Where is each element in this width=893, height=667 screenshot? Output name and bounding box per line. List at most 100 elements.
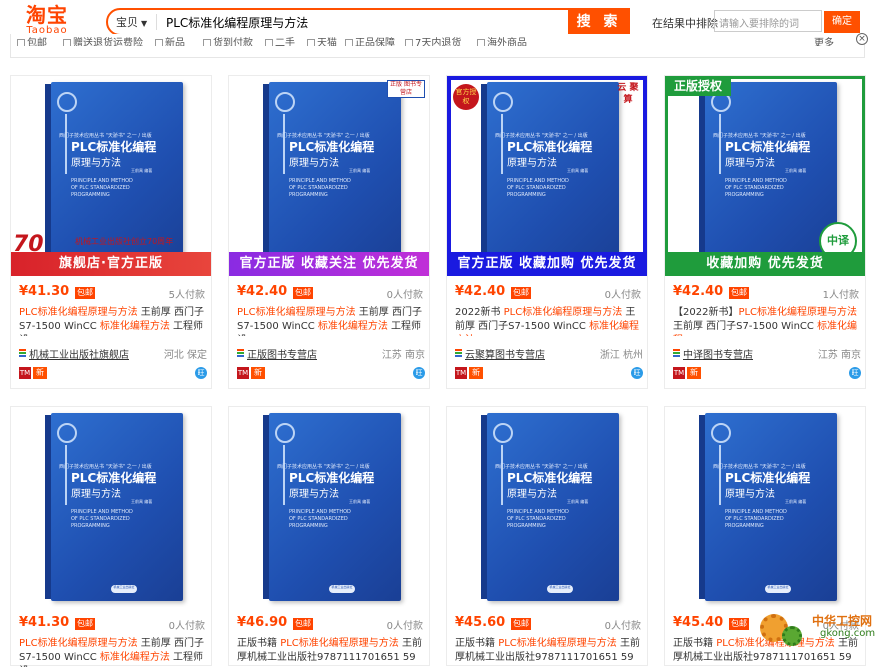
filter-return-insurance[interactable]: 赠送退货运费险 <box>63 34 143 46</box>
book-series: 西门子技术应用丛书 "天骄书" 之一 / 出版 <box>713 464 806 470</box>
product-title[interactable]: PLC标准化编程原理与方法 王前厚 西门子S7-1500 WinCC 标准化编程… <box>237 306 425 336</box>
cover-line <box>283 114 285 174</box>
filter-genuine[interactable]: 正品保障 <box>345 34 395 46</box>
book-title: PLC标准化编程 <box>289 140 375 154</box>
en-line: PROGRAMMING <box>507 523 546 529</box>
promo-banner: 旗舰店·官方正版 <box>11 252 211 276</box>
product-image[interactable]: 西门子技术应用丛书 "天骄书" 之一 / 出版 PLC标准化编程 原理与方法 王… <box>229 76 429 276</box>
paid-count: 1人付款 <box>822 290 859 301</box>
wangwang-chat-icon[interactable]: 旺 <box>631 367 643 379</box>
new-icon[interactable]: 新 <box>33 367 47 379</box>
price-row: ¥46.90 包邮 0人付款 <box>237 615 423 633</box>
product-image[interactable]: 西门子技术应用丛书 "天骄书" 之一 / 出版 PLC标准化编程 原理与方法 王… <box>447 407 647 607</box>
book-title: PLC标准化编程 <box>289 471 375 485</box>
filter-7day-return[interactable]: 7天内退货 <box>405 34 461 46</box>
shop-name[interactable]: 机械工业出版社旗舰店 <box>29 346 129 361</box>
shop-row: 正版图书专营店 江苏 南京 <box>237 346 425 361</box>
shop-row: 机械工业出版社旗舰店 河北 保定 <box>19 346 207 361</box>
product-title[interactable]: PLC标准化编程原理与方法 王前厚 西门子S7-1500 WinCC 标准化编程… <box>19 637 207 667</box>
search-input[interactable]: PLC标准化编程原理与方法 <box>166 14 308 31</box>
filter-label: 货到付款 <box>213 38 253 46</box>
product-card[interactable]: 西门子技术应用丛书 "天骄书" 之一 / 出版 PLC标准化编程 原理与方法 王… <box>446 406 648 666</box>
wangwang-chat-icon[interactable]: 旺 <box>413 367 425 379</box>
product-image[interactable]: 西门子技术应用丛书 "天骄书" 之一 / 出版 PLC标准化编程 原理与方法 王… <box>447 76 647 276</box>
title-highlight: 标准化编程方法 <box>99 652 170 663</box>
book-author: 王前禹 编著 <box>349 168 371 173</box>
product-image[interactable]: 西门子技术应用丛书 "天骄书" 之一 / 出版 PLC标准化编程 原理与方法 王… <box>11 407 211 607</box>
en-line: PROGRAMMING <box>289 192 328 198</box>
tmall-icon[interactable]: TM <box>237 367 249 379</box>
en-line: PRINCIPLE AND METHOD <box>725 509 787 515</box>
wangwang-chat-icon[interactable]: 旺 <box>195 367 207 379</box>
shop-icon <box>455 349 462 357</box>
new-icon[interactable]: 新 <box>687 367 701 379</box>
filter-secondhand[interactable]: 二手 <box>265 34 295 46</box>
product-card[interactable]: 西门子技术应用丛书 "天骄书" 之一 / 出版 PLC标准化编程 原理与方法 王… <box>228 75 430 389</box>
tmall-icon[interactable]: TM <box>455 367 467 379</box>
product-card[interactable]: 西门子技术应用丛书 "天骄书" 之一 / 出版 PLC标准化编程 原理与方法 王… <box>446 75 648 389</box>
exclude-input[interactable]: 请输入要排除的词 <box>714 10 822 32</box>
taobao-logo[interactable]: 淘宝 Taobao <box>14 4 80 36</box>
price-row: ¥42.40 包邮 0人付款 <box>237 284 423 302</box>
book-series: 西门子技术应用丛书 "天骄书" 之一 / 出版 <box>59 133 152 139</box>
wangwang-chat-icon[interactable]: 旺 <box>849 367 861 379</box>
search-category-select[interactable]: 宝贝 ▼ <box>116 14 147 30</box>
shop-name[interactable]: 正版图书专营店 <box>247 346 317 361</box>
price: ¥41.30 <box>19 284 70 299</box>
filter-tmall[interactable]: 天猫 <box>307 34 337 46</box>
book-cover: 西门子技术应用丛书 "天骄书" 之一 / 出版 PLC标准化编程 原理与方法 王… <box>699 413 837 601</box>
close-icon[interactable]: × <box>856 33 868 45</box>
product-image[interactable]: 西门子技术应用丛书 "天骄书" 之一 / 出版 PLC标准化编程 原理与方法 王… <box>665 407 865 607</box>
shop-name[interactable]: 云聚算图书专营店 <box>465 346 545 361</box>
checkbox-icon <box>63 39 71 46</box>
checkbox-icon <box>203 39 211 46</box>
book-en-title: PRINCIPLE AND METHOD OF PLC STANDARDIZED P… <box>289 178 351 199</box>
tmall-icon[interactable]: TM <box>673 367 685 379</box>
checkbox-icon <box>345 39 353 46</box>
shop-icon <box>673 349 680 357</box>
title-text: 王前厚 西门子S7-1500 WinCC <box>673 321 818 332</box>
filter-label: 赠送退货运费险 <box>73 38 143 46</box>
filter-overseas[interactable]: 海外商品 <box>477 34 527 46</box>
product-title[interactable]: 【2022新书】PLC标准化编程原理与方法 王前厚 西门子S7-1500 Win… <box>673 306 861 336</box>
book-spine <box>263 415 269 599</box>
filter-new[interactable]: 新品 <box>155 34 185 46</box>
product-title[interactable]: 正版书籍 PLC标准化编程原理与方法 王前厚机械工业出版社97871117016… <box>237 637 425 667</box>
search-button[interactable]: 搜 索 <box>568 8 630 36</box>
shop-location: 河北 保定 <box>163 350 207 361</box>
product-card[interactable]: 西门子技术应用丛书 "天骄书" 之一 / 出版 PLC标准化编程 原理与方法 王… <box>10 75 212 389</box>
book-author: 王前禹 编著 <box>131 499 153 504</box>
exclude-confirm-button[interactable]: 确定 <box>824 11 860 33</box>
product-card[interactable]: 西门子技术应用丛书 "天骄书" 之一 / 出版 PLC标准化编程 原理与方法 王… <box>10 406 212 667</box>
product-card[interactable]: 西门子技术应用丛书 "天骄书" 之一 / 出版 PLC标准化编程 原理与方法 王… <box>228 406 430 666</box>
product-title[interactable]: 2022新书 PLC标准化编程原理与方法 王前厚 西门子S7-1500 WinC… <box>455 306 643 336</box>
product-image[interactable]: 西门子技术应用丛书 "天骄书" 之一 / 出版 PLC标准化编程 原理与方法 王… <box>229 407 429 607</box>
filter-baoyou[interactable]: 包邮 <box>17 34 47 46</box>
en-line: PROGRAMMING <box>71 192 110 198</box>
free-shipping-badge: 包邮 <box>293 287 313 299</box>
filter-cod[interactable]: 货到付款 <box>203 34 253 46</box>
shop-name[interactable]: 中译图书专营店 <box>683 346 753 361</box>
filter-more[interactable]: 更多 <box>814 34 834 46</box>
free-shipping-badge: 包邮 <box>729 618 749 630</box>
filter-bar: 包邮 赠送退货运费险 新品 货到付款 二手 天猫 正品保障 7天内退货 海外商品… <box>10 34 865 58</box>
book-author: 王前禹 编著 <box>785 499 807 504</box>
service-icons: TM 新 旺 <box>673 367 861 381</box>
product-title[interactable]: 正版书籍 PLC标准化编程原理与方法 王前厚机械工业出版社97871117016… <box>455 637 643 667</box>
new-icon[interactable]: 新 <box>251 367 265 379</box>
tmall-icon[interactable]: TM <box>19 367 31 379</box>
shop-location: 江苏 南京 <box>817 350 861 361</box>
product-title[interactable]: PLC标准化编程原理与方法 王前厚 西门子S7-1500 WinCC 标准化编程… <box>19 306 207 336</box>
book-en-title: PRINCIPLE AND METHOD OF PLC STANDARDIZED P… <box>507 509 569 530</box>
product-image[interactable]: 西门子技术应用丛书 "天骄书" 之一 / 出版 PLC标准化编程 原理与方法 王… <box>11 76 211 276</box>
product-image[interactable]: 西门子技术应用丛书 "天骄书" 之一 / 出版 PLC标准化编程 原理与方法 王… <box>665 76 865 276</box>
cover-circle-icon <box>57 92 77 112</box>
shop-icon <box>237 349 244 357</box>
filter-label: 海外商品 <box>487 38 527 46</box>
product-card[interactable]: 西门子技术应用丛书 "天骄书" 之一 / 出版 PLC标准化编程 原理与方法 王… <box>664 75 866 389</box>
cover-circle-icon <box>493 423 513 443</box>
new-icon[interactable]: 新 <box>469 367 483 379</box>
title-highlight: PLC标准化编程原理与方法 <box>19 638 138 649</box>
price: ¥45.60 <box>455 615 506 630</box>
watermark-text: 中华工控网 <box>812 614 873 628</box>
